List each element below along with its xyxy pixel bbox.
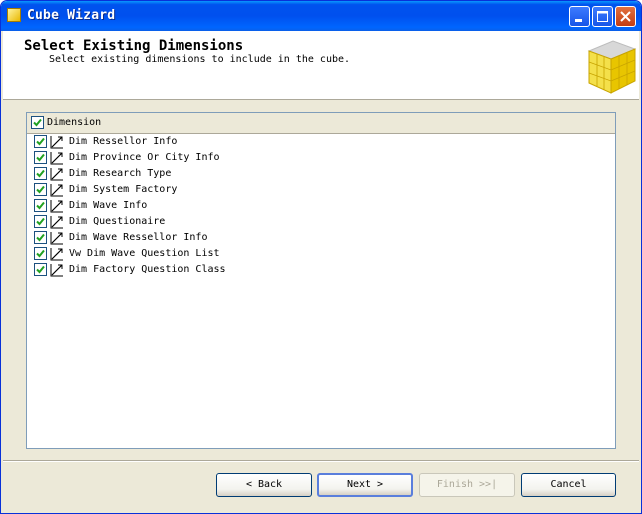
dimension-icon [50, 184, 63, 197]
dimension-checkbox[interactable] [34, 167, 47, 180]
finish-button: Finish >>| [419, 473, 515, 497]
dimension-icon [50, 136, 63, 149]
dimension-label: Dim Province Or City Info [69, 152, 220, 163]
dimension-checkbox[interactable] [34, 231, 47, 244]
dimension-checkbox[interactable] [34, 199, 47, 212]
footer-divider [3, 460, 639, 462]
checkmark-icon [36, 137, 45, 146]
minimize-button[interactable] [569, 6, 590, 27]
cube-logo-icon [587, 40, 637, 94]
dimension-checkbox[interactable] [34, 263, 47, 276]
dimension-label: Dim Questionaire [69, 216, 166, 227]
list-item[interactable]: Dim Wave Info [27, 198, 615, 214]
page-subtitle: Select existing dimensions to include in… [49, 54, 351, 65]
select-all-checkbox[interactable] [31, 116, 44, 129]
dimension-label: Vw Dim Wave Question List [69, 248, 220, 259]
list-item[interactable]: Dim Ressellor Info [27, 134, 615, 150]
checkmark-icon [36, 201, 45, 210]
checkmark-icon [36, 249, 45, 258]
dimension-label: Dim Ressellor Info [69, 136, 178, 147]
list-item[interactable]: Vw Dim Wave Question List [27, 246, 615, 262]
dimension-label: Dim Wave Info [69, 200, 148, 211]
dimension-checkbox[interactable] [34, 215, 47, 228]
dimension-checkbox[interactable] [34, 135, 47, 148]
checkmark-icon [36, 265, 45, 274]
maximize-icon [597, 11, 608, 22]
checkmark-icon [36, 169, 45, 178]
list-item[interactable]: Dim Questionaire [27, 214, 615, 230]
close-button[interactable] [615, 6, 636, 27]
dimension-icon [50, 248, 63, 261]
dimension-icon [50, 200, 63, 213]
cube-app-icon [7, 8, 21, 22]
dimension-column-header: Dimension [47, 117, 102, 128]
checkmark-icon [36, 185, 45, 194]
list-item[interactable]: Dim Research Type [27, 166, 615, 182]
dimension-icon [50, 264, 63, 277]
close-icon [620, 11, 631, 22]
dimension-checkbox[interactable] [34, 247, 47, 260]
list-item[interactable]: Dim System Factory [27, 182, 615, 198]
page-title: Select Existing Dimensions [24, 38, 244, 54]
dimension-label: Dim System Factory [69, 184, 178, 195]
cancel-button[interactable]: Cancel [521, 473, 616, 497]
back-button[interactable]: < Back [216, 473, 312, 497]
window-title: Cube Wizard [27, 8, 116, 23]
title-bar[interactable]: Cube Wizard [1, 1, 641, 31]
dimension-label: Dim Research Type [69, 168, 172, 179]
list-item[interactable]: Dim Factory Question Class [27, 262, 615, 278]
dimension-icon [50, 232, 63, 245]
checkmark-icon [36, 217, 45, 226]
next-button[interactable]: Next > [317, 473, 413, 497]
checkmark-icon [33, 118, 42, 127]
dimension-checkbox[interactable] [34, 151, 47, 164]
cube-wizard-window: Cube Wizard Select Existing Dimensions S… [0, 0, 642, 514]
checkmark-icon [36, 233, 45, 242]
minimize-icon [575, 19, 582, 22]
dimension-checkbox[interactable] [34, 183, 47, 196]
list-item[interactable]: Dim Province Or City Info [27, 150, 615, 166]
list-item[interactable]: Dim Wave Ressellor Info [27, 230, 615, 246]
dimension-label: Dim Factory Question Class [69, 264, 226, 275]
dimension-label: Dim Wave Ressellor Info [69, 232, 208, 243]
dimension-icon [50, 152, 63, 165]
wizard-header: Select Existing Dimensions Select existi… [3, 31, 639, 100]
maximize-button[interactable] [592, 6, 613, 27]
dimension-list-panel: Dimension Dim Ressellor Info Dim Province… [26, 112, 616, 449]
checkmark-icon [36, 153, 45, 162]
list-header: Dimension [27, 113, 615, 134]
dimension-icon [50, 216, 63, 229]
dimension-icon [50, 168, 63, 181]
